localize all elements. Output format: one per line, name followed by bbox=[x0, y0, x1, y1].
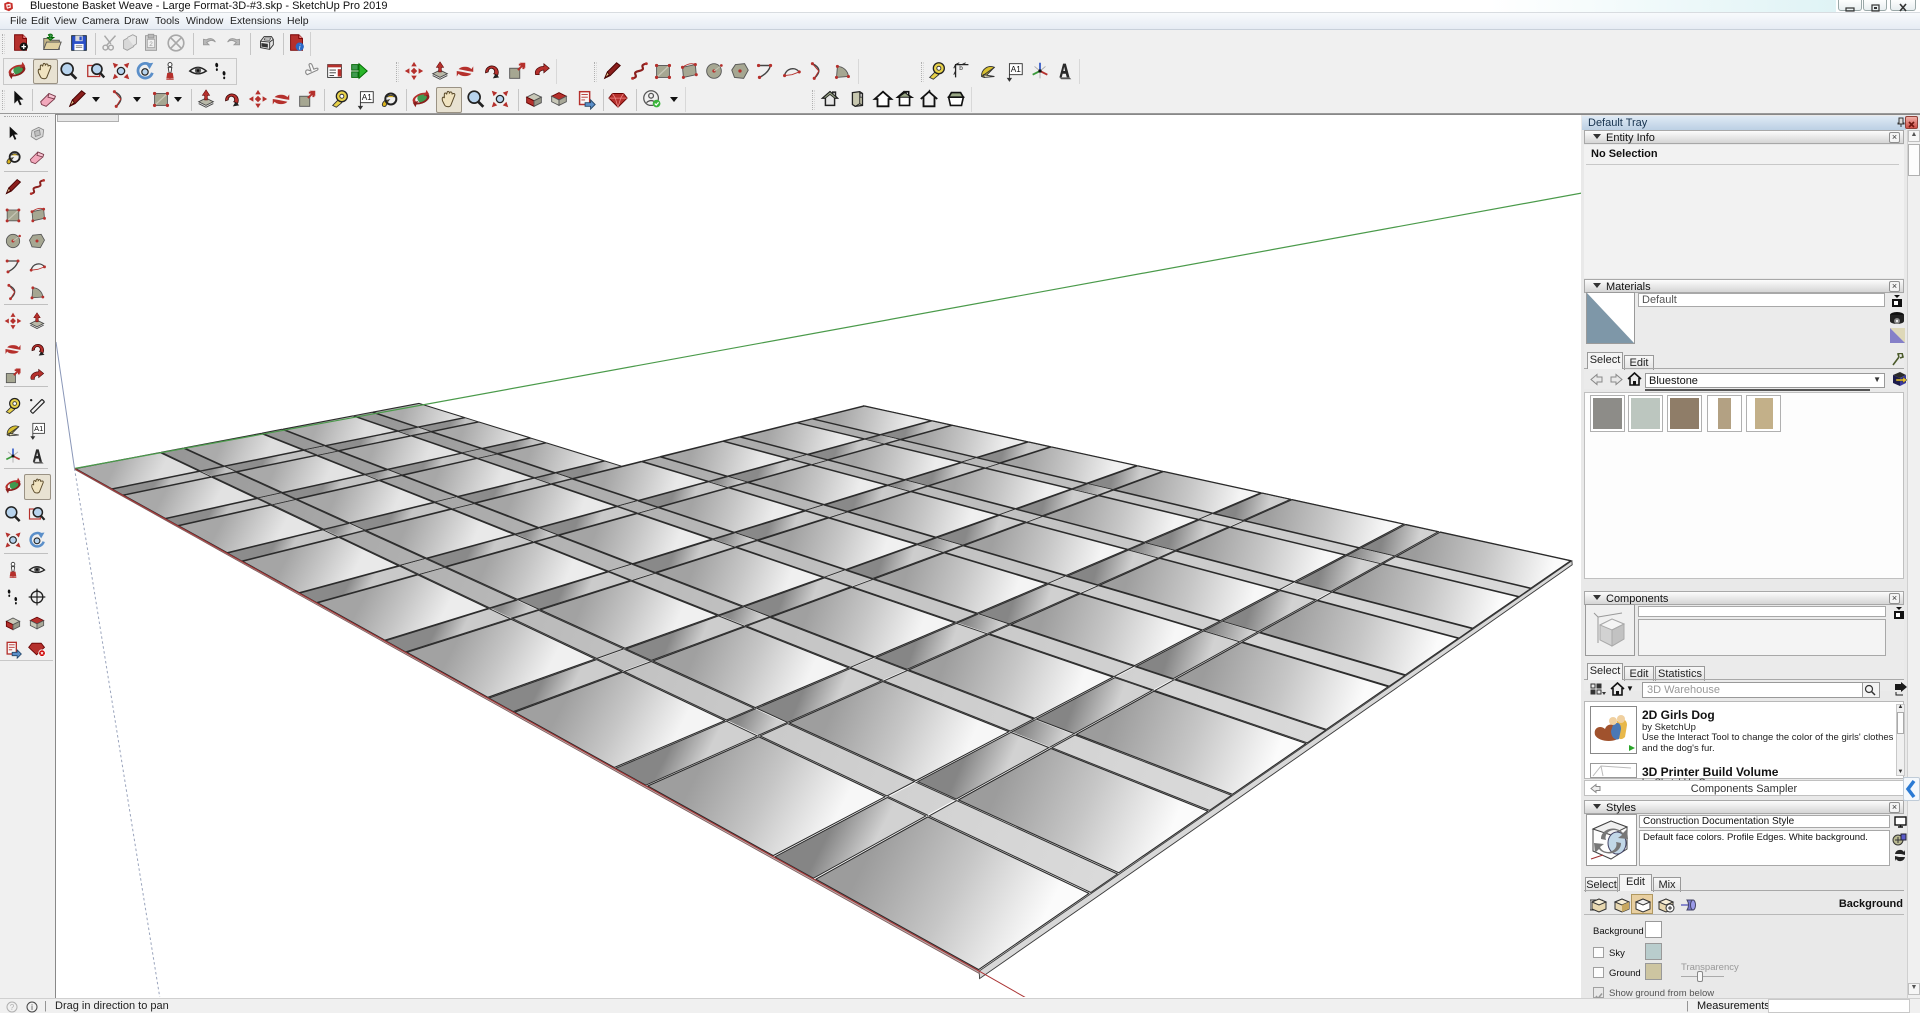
svg-text:i: i bbox=[31, 1003, 33, 1012]
svg-text:2: 2 bbox=[149, 41, 153, 48]
svg-text:b: b bbox=[959, 65, 963, 72]
svg-text:A1: A1 bbox=[1011, 65, 1022, 74]
svg-text:?: ? bbox=[10, 1003, 15, 1012]
svg-text:i: i bbox=[299, 42, 301, 51]
svg-text:A1: A1 bbox=[362, 93, 373, 102]
svg-text:A1: A1 bbox=[34, 424, 43, 433]
